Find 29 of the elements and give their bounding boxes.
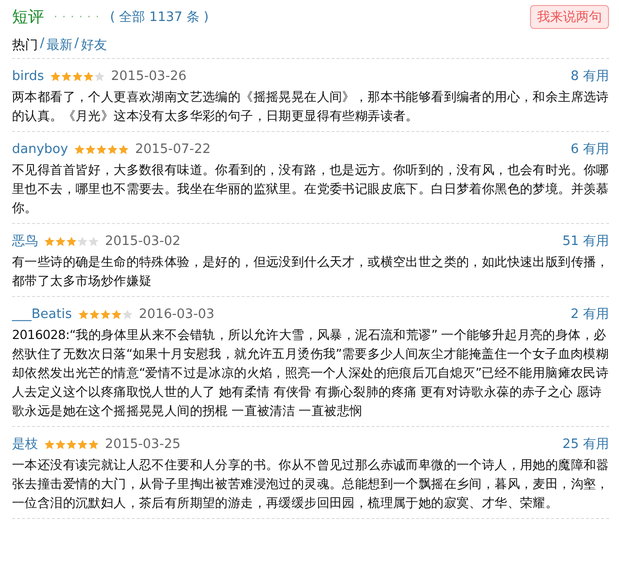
- review-date: 2015-03-02: [105, 234, 181, 248]
- useful-votes-link[interactable]: 51 有用: [562, 232, 609, 250]
- review-text: 两本都看了，个人更喜欢湖南文艺选编的《摇摇晃晃在人间》，那本书能够看到编者的用心，和余主席选诗的认真。《月光》这本没有太多华彩的句子，日期更显得有些糊弄读者。: [12, 88, 609, 125]
- useful-votes-link[interactable]: 8 有用: [570, 67, 609, 85]
- review-date: 2015-03-25: [105, 436, 181, 452]
- useful-votes-link[interactable]: 6 有用: [570, 140, 609, 158]
- write-comment-button[interactable]: 我来说两句: [530, 5, 609, 29]
- review-text: 有一些诗的确是生命的特殊体验，是好的，但远没到什么天才，或横空出世之类的，如此快速出版到传播，都带了太多市场炒作嫌疑: [12, 253, 609, 290]
- tab-separator: /: [74, 36, 79, 53]
- user-link[interactable]: ___Beatis: [12, 306, 72, 322]
- review-date: 2016-03-03: [138, 306, 214, 322]
- review-date: 2015-03-26: [111, 68, 187, 84]
- sort-tab[interactable]: 好友: [80, 36, 107, 54]
- review-text: 不见得首首皆好，大多数很有味道。你看到的，没有路，也是远方。你听到的，没有风，也会有时光。你哪里也不去，哪里也不需要去。我坐在华丽的监狱里。在党委书记眼皮底下。白日梦着你黑色的梦境。并羡慕你。: [12, 161, 609, 217]
- user-link[interactable]: 恶鸟: [12, 232, 38, 250]
- user-link[interactable]: 是枝: [12, 435, 38, 453]
- useful-votes-link[interactable]: 25 有用: [562, 435, 609, 453]
- sort-tab[interactable]: 热门: [12, 36, 38, 54]
- total-count-link[interactable]: ( 全部 1137 条 ): [110, 8, 209, 26]
- dotted-leader: · · · · · ·: [54, 12, 100, 22]
- useful-votes-link[interactable]: 2 有用: [570, 305, 609, 323]
- review-date: 2015-07-22: [135, 142, 211, 156]
- section-title: 短评: [12, 6, 44, 28]
- tab-separator: /: [40, 36, 44, 53]
- sort-tab[interactable]: 最新: [46, 36, 72, 54]
- review-text: 一本还没有读完就让人忍不住要和人分享的书。你从不曾见过那么赤诚而卑微的一个诗人，用她的魔障和嚣张去撞击爱情的大门，从骨子里掏出被苦难浸泡过的灵魂。总能想到一个飘摇在乡间，暮风，麦田，沟壑，一位含泪的沉默妇人，茶后有所期望的游走，再缓缓步回田园，梳理属于她的寂寞、才华、荣耀。: [12, 456, 609, 512]
- user-link[interactable]: birds: [12, 68, 44, 84]
- user-link[interactable]: danyboy: [12, 142, 68, 156]
- review-text: 2016028:“我的身体里从来不会错轨，所以允许大雪，风暴，泥石流和荒谬” 一个能够升起月亮的身体，必然驮住了无数次日落“如果十月安慰我，就允许五月烫伤我”需要多少人间灰尘才能掩盖住一个女子血肉模糊却依然发出光芒的情意“爱情不过是冰凉的火焰，照亮一个人深处的疤痕后兀自熄灭”已经不能用脑瘫农民诗人去定义这个以疼痛取悦人世的人了 她有柔情 有侠骨 有撕心裂肺的疼痛 更有对诗歌永葆的赤子之心 愿诗歌永远是她在这个摇摇晃晃人间的拐棍 一直被清洁 一直被悲悯: [12, 326, 609, 420]
